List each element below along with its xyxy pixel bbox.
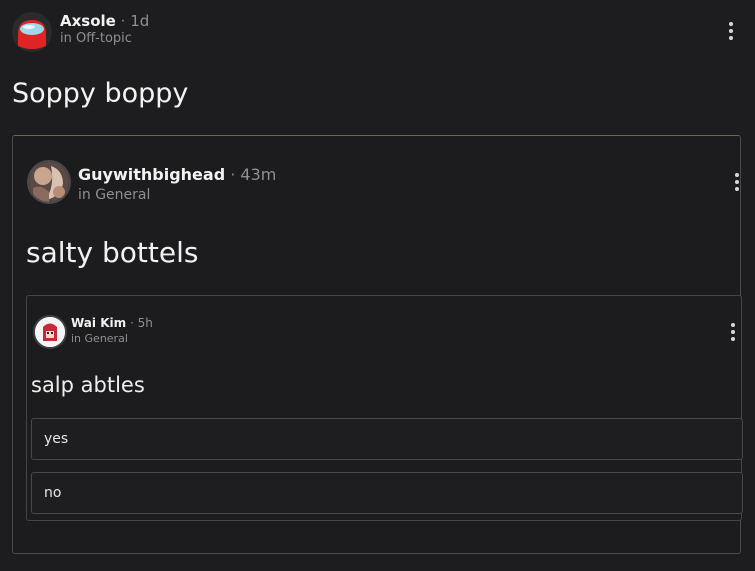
user-photo-avatar-icon	[29, 162, 69, 202]
post-title: Soppy boppy	[12, 78, 189, 109]
post-card: Axsole · 1d in Off-topic Soppy boppy Guy…	[0, 0, 755, 571]
nested-post-title: salp abtles	[31, 373, 145, 397]
nested-quoted-post-card[interactable]: Wai Kim · 5h in General salp abtles yes …	[26, 295, 743, 521]
kebab-menu-icon[interactable]	[728, 22, 734, 40]
kebab-menu-icon[interactable]	[730, 323, 736, 341]
author-avatar[interactable]	[12, 12, 52, 52]
red-crewmate-avatar-icon	[12, 12, 52, 52]
post-header: Axsole · 1d in Off-topic	[60, 12, 149, 48]
poll-option-yes[interactable]: yes	[31, 418, 743, 460]
quoted-post-title: salty bottels	[26, 236, 199, 269]
post-time: 1d	[130, 12, 150, 30]
separator-dot: ·	[120, 12, 126, 30]
nested-post-time: 5h	[137, 316, 153, 330]
author-name[interactable]: Axsole	[60, 12, 116, 30]
poll-option-no[interactable]: no	[31, 472, 743, 514]
quoted-author-avatar[interactable]	[27, 160, 71, 204]
quoted-post-channel[interactable]: in General	[78, 185, 276, 205]
quoted-post-card[interactable]: Guywithbighead · 43m in General salty bo…	[12, 135, 743, 554]
separator-dot: ·	[230, 165, 236, 184]
quoted-post-header: Guywithbighead · 43m in General	[78, 165, 276, 205]
nested-author-name[interactable]: Wai Kim	[71, 316, 126, 330]
quoted-author-name[interactable]: Guywithbighead	[78, 165, 225, 184]
separator-dot: ·	[129, 316, 134, 330]
kebab-menu-icon[interactable]	[734, 173, 740, 191]
nested-post-channel[interactable]: in General	[71, 331, 153, 346]
user-photo-avatar-icon	[35, 317, 65, 347]
post-channel[interactable]: in Off-topic	[60, 30, 149, 48]
nested-author-avatar[interactable]	[33, 315, 67, 349]
quoted-post-time: 43m	[240, 165, 277, 184]
nested-post-header: Wai Kim · 5h in General	[71, 316, 153, 346]
